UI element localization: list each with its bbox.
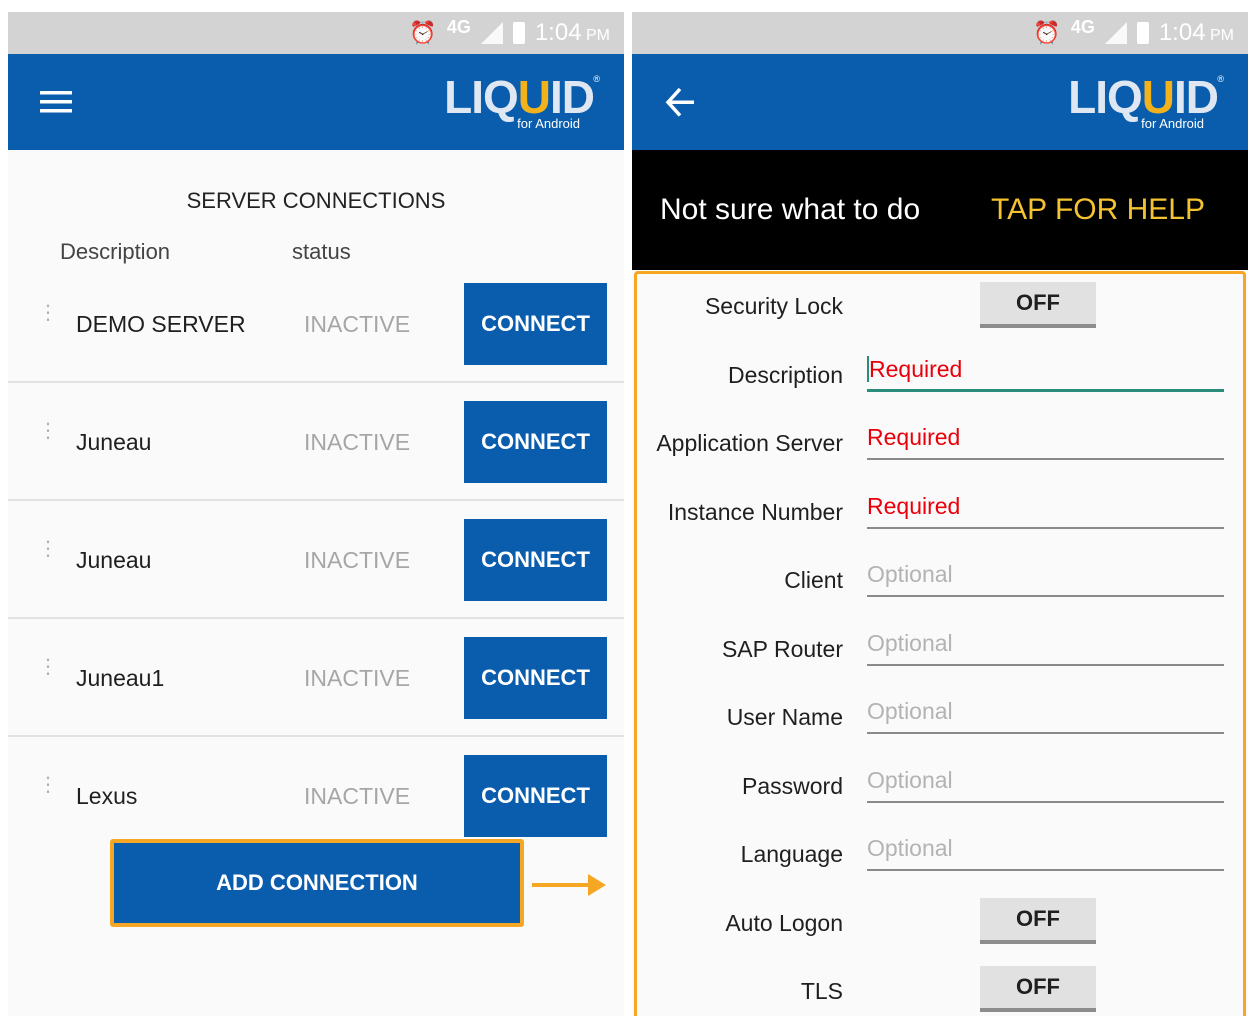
- alarm-icon: ⏰: [1033, 20, 1061, 46]
- connection-status: INACTIVE: [304, 547, 411, 573]
- client-field[interactable]: Optional: [867, 557, 1224, 597]
- connect-button[interactable]: CONNECT: [464, 755, 607, 837]
- label-instance-number: Instance Number: [667, 499, 843, 525]
- label-sap-router: SAP Router: [721, 636, 843, 662]
- signal-icon: [1104, 22, 1127, 44]
- connection-name: DEMO SERVER: [76, 311, 246, 337]
- liquid-logo: LIQUID ® for Android: [444, 71, 600, 131]
- language-field[interactable]: Optional: [867, 831, 1224, 871]
- network-type: 4G: [446, 16, 471, 37]
- connect-button[interactable]: CONNECT: [464, 519, 607, 601]
- label-password: Password: [742, 773, 843, 799]
- connection-form-screen: ⏰ 4G 1:04 PM LIQUID ® for Android Not su…: [632, 12, 1248, 1016]
- connection-status: INACTIVE: [304, 429, 411, 455]
- connection-name: Juneau: [76, 429, 152, 455]
- connection-row: ⋮ Lexus INACTIVE CONNECT: [8, 737, 624, 855]
- liquid-logo: LIQUID ® for Android: [1068, 71, 1224, 131]
- back-arrow-icon[interactable]: [660, 82, 700, 122]
- status-bar: ⏰ 4G 1:04 PM: [632, 12, 1248, 54]
- connection-form: Security Lock OFF Description Required A…: [634, 271, 1246, 1016]
- drag-handle-icon[interactable]: ⋮: [38, 421, 58, 441]
- server-connections-screen: ⏰ 4G 1:04 PM LIQUID ® for Android SERVER…: [8, 12, 624, 1016]
- battery-icon: [512, 22, 525, 44]
- connection-row: ⋮ DEMO SERVER INACTIVE CONNECT: [8, 265, 624, 383]
- annotation-arrow-icon: [532, 874, 606, 896]
- auto-logon-toggle[interactable]: OFF: [980, 898, 1096, 944]
- security-lock-toggle[interactable]: OFF: [980, 282, 1096, 328]
- help-banner[interactable]: Not sure what to do TAP FOR HELP: [632, 150, 1248, 270]
- status-bar: ⏰ 4G 1:04 PM: [8, 12, 624, 54]
- label-application-server: Application Server: [656, 430, 843, 456]
- tls-toggle[interactable]: OFF: [980, 966, 1096, 1012]
- hamburger-icon[interactable]: [36, 82, 76, 122]
- app-bar: LIQUID ® for Android: [632, 54, 1248, 150]
- add-connection-button[interactable]: ADD CONNECTION: [110, 839, 524, 927]
- connection-status: INACTIVE: [304, 311, 411, 337]
- user-name-field[interactable]: Optional: [867, 694, 1224, 734]
- alarm-icon: ⏰: [409, 20, 437, 46]
- drag-handle-icon[interactable]: ⋮: [38, 657, 58, 677]
- status-time: 1:04 PM: [534, 19, 610, 46]
- signal-icon: [480, 22, 503, 44]
- section-title: SERVER CONNECTIONS: [186, 188, 446, 213]
- description-field[interactable]: Required: [867, 352, 1224, 392]
- battery-icon: [1136, 22, 1149, 44]
- connection-row: ⋮ Juneau INACTIVE CONNECT: [8, 383, 624, 501]
- connect-button[interactable]: CONNECT: [464, 283, 607, 365]
- connect-button[interactable]: CONNECT: [464, 401, 607, 483]
- connection-name: Juneau: [76, 547, 152, 573]
- drag-handle-icon[interactable]: ⋮: [38, 775, 58, 795]
- password-field[interactable]: Optional: [867, 763, 1224, 803]
- drag-handle-icon[interactable]: ⋮: [38, 303, 58, 323]
- app-bar: LIQUID ® for Android: [8, 54, 624, 150]
- label-security-lock: Security Lock: [704, 293, 843, 319]
- label-auto-logon: Auto Logon: [725, 910, 843, 936]
- tap-for-help-link[interactable]: TAP FOR HELP: [991, 193, 1205, 227]
- sap-router-field[interactable]: Optional: [867, 626, 1224, 666]
- connection-row: ⋮ Juneau1 INACTIVE CONNECT: [8, 619, 624, 737]
- connection-name: Lexus: [76, 783, 138, 809]
- application-server-field[interactable]: Required: [867, 420, 1224, 460]
- instance-number-field[interactable]: Required: [867, 489, 1224, 529]
- network-type: 4G: [1070, 16, 1095, 37]
- drag-handle-icon[interactable]: ⋮: [38, 539, 58, 559]
- label-description: Description: [727, 362, 843, 388]
- connection-status: INACTIVE: [304, 665, 411, 691]
- connection-name: Juneau1: [76, 665, 165, 691]
- connection-row: ⋮ Juneau INACTIVE CONNECT: [8, 501, 624, 619]
- connection-status: INACTIVE: [304, 783, 411, 809]
- connect-button[interactable]: CONNECT: [464, 637, 607, 719]
- label-client: Client: [784, 567, 843, 593]
- column-header-description: Description: [60, 239, 171, 264]
- label-tls: TLS: [800, 978, 843, 1004]
- label-language: Language: [740, 841, 843, 867]
- help-text: Not sure what to do: [660, 193, 921, 226]
- label-user-name: User Name: [726, 704, 843, 730]
- column-header-status: status: [292, 239, 351, 264]
- text-cursor: [867, 355, 869, 382]
- status-time: 1:04 PM: [1158, 19, 1234, 46]
